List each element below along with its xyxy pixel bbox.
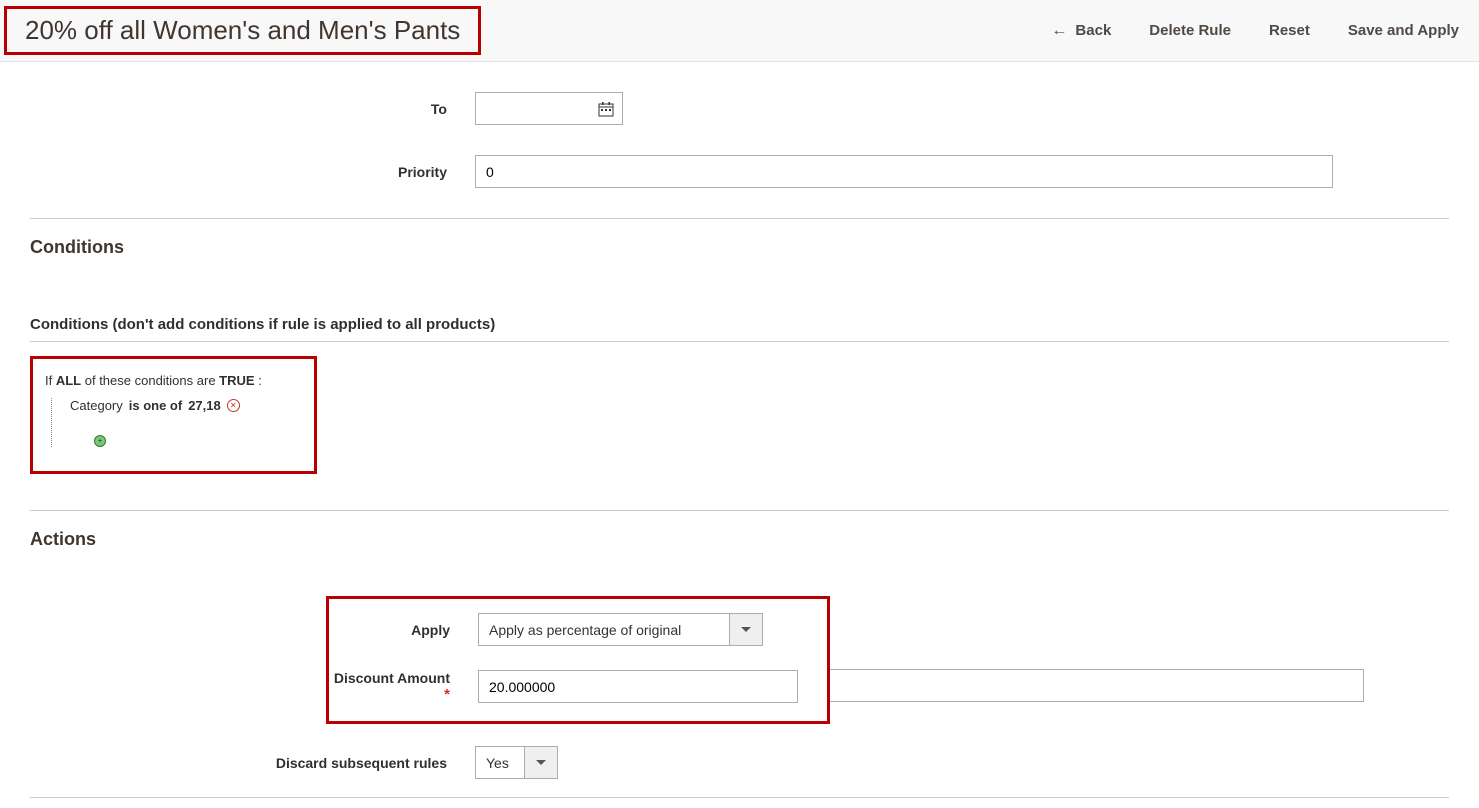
discount-row: Discount Amount *: [329, 670, 827, 703]
discard-select-arrow: [525, 746, 558, 779]
divider-3: [30, 797, 1449, 798]
reset-label: Reset: [1269, 22, 1310, 39]
conditions-heading: Conditions: [30, 237, 1449, 258]
header-actions: ← Back Delete Rule Reset Save and Apply: [1051, 22, 1459, 40]
apply-select-value: Apply as percentage of original: [478, 613, 730, 646]
cond-op[interactable]: is one of: [129, 398, 182, 413]
cond-attr[interactable]: Category: [70, 398, 123, 413]
condition-item: Category is one of 27,18 ✕: [70, 398, 302, 413]
discard-row: Discard subsequent rules Yes: [30, 746, 1449, 779]
to-date-input[interactable]: [475, 92, 623, 125]
delete-rule-label: Delete Rule: [1149, 22, 1231, 39]
divider-2: [30, 510, 1449, 511]
discount-amount-input[interactable]: [478, 670, 798, 703]
priority-row: Priority: [30, 155, 1449, 188]
cond-categories[interactable]: 27,18: [188, 398, 221, 413]
to-label: To: [30, 101, 475, 117]
back-button[interactable]: ← Back: [1051, 22, 1111, 40]
delete-rule-button[interactable]: Delete Rule: [1149, 22, 1231, 39]
save-and-apply-button[interactable]: Save and Apply: [1348, 22, 1459, 39]
priority-label: Priority: [30, 164, 475, 180]
cond-value[interactable]: TRUE: [219, 373, 254, 388]
page-title: 20% off all Women's and Men's Pants: [25, 15, 460, 46]
apply-select[interactable]: Apply as percentage of original: [478, 613, 763, 646]
calendar-icon: [598, 101, 614, 117]
cond-colon: :: [255, 373, 262, 388]
discard-select[interactable]: Yes: [475, 746, 558, 779]
condition-children: Category is one of 27,18 ✕ +: [51, 398, 302, 447]
page-header: 20% off all Women's and Men's Pants ← Ba…: [0, 0, 1479, 62]
divider: [30, 218, 1449, 219]
add-condition-icon[interactable]: +: [94, 435, 106, 447]
priority-input[interactable]: [475, 155, 1333, 188]
apply-label: Apply: [329, 622, 478, 638]
back-label: Back: [1075, 22, 1111, 39]
reset-button[interactable]: Reset: [1269, 22, 1310, 39]
cond-if: If: [45, 373, 56, 388]
discard-label: Discard subsequent rules: [30, 755, 475, 771]
discount-label-text: Discount Amount: [334, 670, 450, 686]
save-apply-label: Save and Apply: [1348, 22, 1459, 39]
chevron-down-icon: [536, 760, 546, 765]
to-row: To: [30, 92, 1449, 125]
actions-highlight-box: Apply Apply as percentage of original Di…: [326, 596, 830, 724]
chevron-down-icon: [741, 627, 751, 632]
discount-input-extension: [830, 669, 1364, 702]
conditions-divider: [30, 341, 1449, 342]
required-icon: *: [444, 686, 450, 703]
conditions-subheading: Conditions (don't add conditions if rule…: [30, 316, 1449, 333]
discard-select-value: Yes: [475, 746, 525, 779]
apply-row: Apply Apply as percentage of original: [329, 613, 827, 646]
conditions-highlight-box: If ALL of these conditions are TRUE : Ca…: [30, 356, 317, 474]
remove-condition-icon[interactable]: ✕: [227, 399, 240, 412]
apply-select-arrow: [730, 613, 763, 646]
cond-aggregator[interactable]: ALL: [56, 373, 81, 388]
condition-root: If ALL of these conditions are TRUE :: [45, 373, 302, 388]
page-title-highlight: 20% off all Women's and Men's Pants: [4, 6, 481, 55]
discount-label: Discount Amount *: [329, 670, 478, 703]
back-arrow-icon: ←: [1051, 22, 1067, 40]
actions-heading: Actions: [30, 529, 1449, 550]
cond-mid: of these conditions are: [81, 373, 219, 388]
